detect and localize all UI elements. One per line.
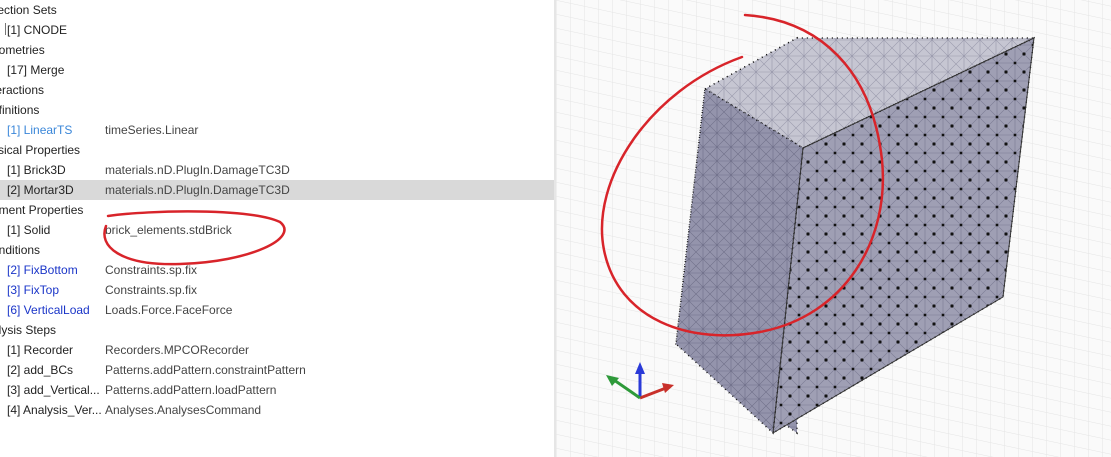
section-label: alysis Steps [0,323,57,337]
tree-item[interactable]: [3] FixTop Constraints.sp.fix [0,280,554,300]
viewport-canvas[interactable] [556,0,1111,457]
tree-item[interactable]: [4] Analysis_Ver... Analyses.AnalysesComm… [0,400,554,420]
tree-section-header[interactable]: efinitions [0,100,554,120]
item-name: [1] CNODE [7,23,68,37]
tree-branch-line [0,23,6,35]
tree-item[interactable]: [17] Merge [0,60,554,80]
item-name: [1] Recorder [7,343,74,357]
tree-item[interactable]: [1] Solid brick_elements.stdBrick [0,220,554,240]
item-name: [2] Mortar3D [7,183,74,197]
section-label: efinitions [0,103,40,117]
section-label: teractions [0,83,45,97]
tree-section-header[interactable]: ysical Properties [0,140,554,160]
tree-item[interactable]: [1] LinearTS timeSeries.Linear [0,120,554,140]
item-type: Constraints.sp.fix [105,283,198,297]
tree-item[interactable]: [3] add_Vertical... Patterns.addPattern.l… [0,380,554,400]
tree-item[interactable]: [2] FixBottom Constraints.sp.fix [0,260,554,280]
item-name: [1] Solid [7,223,51,237]
item-name: [2] add_BCs [7,363,74,377]
item-type: materials.nD.PlugIn.DamageTC3D [105,163,290,177]
item-name: [1] Brick3D [7,163,66,177]
item-type: brick_elements.stdBrick [105,223,232,237]
tree-item[interactable]: [1] CNODE [0,20,554,40]
section-label: ement Properties [0,203,84,217]
item-type: Patterns.addPattern.constraintPattern [105,363,306,377]
item-type: Recorders.MPCORecorder [105,343,250,357]
tree-item[interactable]: [6] VerticalLoad Loads.Force.FaceForce [0,300,554,320]
tree-item[interactable]: [1] Brick3D materials.nD.PlugIn.DamageTC3… [0,160,554,180]
item-type: materials.nD.PlugIn.DamageTC3D [105,183,290,197]
tree-item[interactable]: [2] add_BCs Patterns.addPattern.constrain… [0,360,554,380]
tree-section-header[interactable]: onditions [0,240,554,260]
item-name: [1] LinearTS [7,123,73,137]
item-name: [17] Merge [7,63,65,77]
item-type: Loads.Force.FaceForce [105,303,233,317]
item-name: [3] add_Vertical... [7,383,100,397]
tree-section-header[interactable]: teractions [0,80,554,100]
item-name: [4] Analysis_Ver... [7,403,102,417]
tree-section-header[interactable]: eometries [0,40,554,60]
item-name: [3] FixTop [7,283,60,297]
item-name: [2] FixBottom [7,263,78,277]
tree-section-header[interactable]: alysis Steps [0,320,554,340]
tree-section-header[interactable]: ement Properties [0,200,554,220]
item-name: [6] VerticalLoad [7,303,90,317]
tree-item[interactable]: [1] Recorder Recorders.MPCORecorder [0,340,554,360]
3d-viewport[interactable] [556,0,1111,457]
tree-section-header[interactable]: llection Sets [0,0,554,20]
tree-item[interactable]: [2] Mortar3D materials.nD.PlugIn.DamageTC… [0,180,554,200]
item-type: Constraints.sp.fix [105,263,198,277]
section-label: eometries [0,43,45,57]
section-label: onditions [0,243,41,257]
model-tree-panel[interactable]: llection Sets [1] CNODE eometries [17] Merg… [0,0,554,457]
item-type: Patterns.addPattern.loadPattern [105,383,277,397]
item-type: timeSeries.Linear [105,123,199,137]
item-type: Analyses.AnalysesCommand [105,403,262,417]
section-label: llection Sets [0,3,57,17]
section-label: ysical Properties [0,143,81,157]
